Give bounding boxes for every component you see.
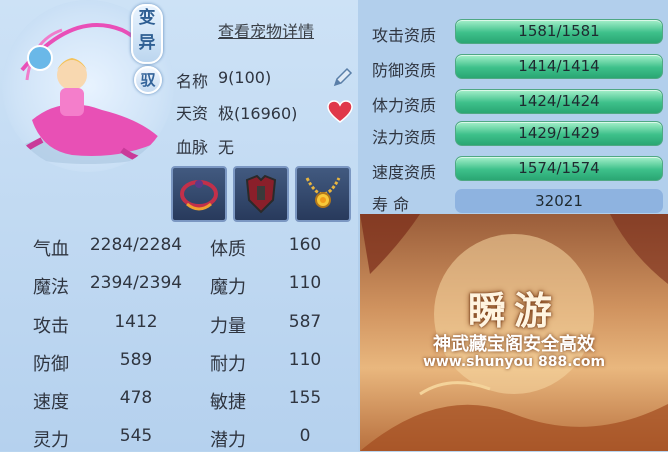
view-pet-details-link[interactable]: 查看宠物详情 [218,18,314,42]
equip-slot-ring[interactable] [171,166,227,222]
life-bar: 32021 [455,189,663,213]
stat-value: 2394/2394 [89,273,183,293]
stat-label: 气血 [33,239,69,260]
stat-label: 魔法 [33,277,69,298]
aptitude-label: 速度资质 [372,163,437,182]
stat-label: 力量 [210,316,246,337]
stat-value: 160 [288,235,322,255]
ad-url: www.shunyou 888.com [422,354,606,370]
aptitude-value: 1414/1414 [518,57,600,75]
aptitude-label: 攻击资质 [372,26,437,45]
aptitude-bar: 1414/1414 [455,54,663,79]
talent-value: 极(16960) [218,104,298,123]
ride-badge[interactable]: 驭 [134,66,162,94]
edit-name-icon[interactable] [332,66,354,88]
life-value: 32021 [535,192,583,210]
talent-label: 天资 [176,104,209,123]
stat-value: 545 [119,426,153,446]
aptitude-bar: 1424/1424 [455,89,663,114]
aptitude-value: 1424/1424 [518,92,600,110]
aptitude-bar: 1429/1429 [455,121,663,146]
stat-label: 攻击 [33,316,69,337]
stat-value: 2284/2284 [89,235,183,255]
stat-label: 灵力 [33,430,69,451]
aptitude-label: 法力资质 [372,128,437,147]
mutate-badge[interactable]: 变异 [131,4,163,64]
stat-label: 速度 [33,392,69,413]
necklace-icon [305,177,341,208]
ring-icon [180,180,218,211]
stat-value: 110 [288,350,322,370]
name-value: 9(100) [218,68,272,87]
heart-icon[interactable] [327,100,353,124]
mutate-badge-label: 变异 [138,8,156,53]
stat-label: 耐力 [210,354,246,375]
equip-slot-armor[interactable] [233,166,289,222]
stat-value: 587 [288,312,322,332]
name-label: 名称 [176,72,209,91]
aptitude-value: 1574/1574 [518,159,600,177]
bloodline-value: 无 [218,138,235,157]
aptitude-value: 1429/1429 [518,124,600,142]
aptitude-label: 防御资质 [372,61,437,80]
stat-label: 敏捷 [210,392,246,413]
stat-value: 155 [288,388,322,408]
aptitude-bar: 1574/1574 [455,156,663,181]
ad-slogan: 神武藏宝阁安全高效 [433,334,595,355]
stat-value: 589 [119,350,153,370]
ride-badge-label: 驭 [140,71,156,89]
bloodline-label: 血脉 [176,138,209,157]
aptitude-value: 1581/1581 [518,22,600,40]
stat-value: 110 [288,273,322,293]
advertisement-banner[interactable]: 瞬游 神武藏宝阁安全高效 www.shunyou 888.com [360,214,668,451]
stat-label: 潜力 [210,430,246,451]
armor-icon [245,174,277,214]
stat-label: 防御 [33,354,69,375]
stat-label: 魔力 [210,277,246,298]
equip-slot-necklace[interactable] [295,166,351,222]
aptitude-bar: 1581/1581 [455,19,663,44]
stat-value: 1412 [114,312,158,332]
stat-value: 478 [119,388,153,408]
stat-value: 0 [299,426,311,446]
aptitude-label: 体力资质 [372,96,437,115]
stat-label: 体质 [210,239,246,260]
ad-title: 瞬游 [467,288,560,333]
life-label: 寿 命 [372,195,410,214]
